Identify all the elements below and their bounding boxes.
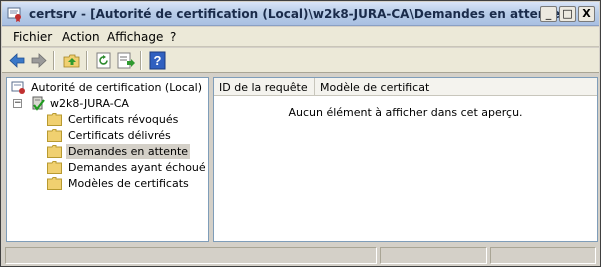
result-pane[interactable]: ID de la requête Modèle de certificat Au… xyxy=(213,77,598,242)
export-list-icon[interactable] xyxy=(116,51,136,70)
tree-item-demandes-en-attente[interactable]: Demandes en attente xyxy=(47,144,207,160)
tree-folder-label: Certificats délivrés xyxy=(68,129,171,142)
svg-text:?: ? xyxy=(154,53,162,68)
window-title: certsrv - [Autorité de certification (Lo… xyxy=(29,7,566,21)
tree-folder-label-selected: Demandes en attente xyxy=(66,144,191,159)
folder-icon xyxy=(47,129,62,142)
tree-item-ca[interactable]: − w2k8-JURA-CA xyxy=(13,96,208,112)
certsrv-app-icon xyxy=(7,7,21,22)
empty-list-message: Aucun élément à afficher dans cet aperçu… xyxy=(288,106,523,119)
menu-action[interactable]: Action xyxy=(62,30,100,44)
help-icon[interactable]: ? xyxy=(148,51,168,70)
toolbar-separator xyxy=(86,51,88,70)
toolbar-separator xyxy=(140,51,142,70)
title-bar[interactable]: certsrv - [Autorité de certification (Lo… xyxy=(2,2,599,26)
menu-affichage[interactable]: Affichage xyxy=(107,30,163,44)
folder-icon xyxy=(47,145,62,158)
up-folder-icon[interactable] xyxy=(62,51,82,70)
column-header-certificate-template[interactable]: Modèle de certificat xyxy=(315,78,597,96)
status-bar xyxy=(2,245,599,266)
tree-root-label: Autorité de certification (Local) xyxy=(31,81,203,94)
menu-help[interactable]: ? xyxy=(170,30,176,44)
column-header-label: Modèle de certificat xyxy=(320,81,430,94)
tree-item-modeles-de-certificats[interactable]: Modèles de certificats xyxy=(47,176,207,192)
status-segment xyxy=(490,247,596,264)
tree-folder-label: Modèles de certificats xyxy=(68,177,189,190)
column-header-request-id[interactable]: ID de la requête xyxy=(214,78,315,96)
back-icon[interactable] xyxy=(7,51,27,70)
status-segment xyxy=(380,247,487,264)
tree-folder-label: Demandes ayant échoué xyxy=(68,161,206,174)
tree-ca-label: w2k8-JURA-CA xyxy=(50,97,129,110)
folder-icon xyxy=(47,113,62,126)
folder-icon xyxy=(47,161,62,174)
close-button[interactable]: X xyxy=(578,6,595,22)
menu-bar: Fichier Action Affichage ? xyxy=(2,27,599,47)
forward-icon[interactable] xyxy=(29,51,49,70)
tree-item-demandes-ayant-echoue[interactable]: Demandes ayant échoué xyxy=(47,160,207,176)
menu-fichier[interactable]: Fichier xyxy=(13,30,52,44)
console-tree[interactable]: Autorité de certification (Local) − w2k8… xyxy=(6,77,209,242)
folder-icon xyxy=(47,177,62,190)
tree-item-certificats-delivres[interactable]: Certificats délivrés xyxy=(47,128,207,144)
status-segment-main xyxy=(5,247,377,264)
ca-server-icon xyxy=(32,96,45,111)
collapse-toggle-icon[interactable]: − xyxy=(13,99,22,108)
mmc-window: certsrv - [Autorité de certification (Lo… xyxy=(0,0,601,267)
column-header-label: ID de la requête xyxy=(219,81,308,94)
refresh-icon[interactable] xyxy=(94,51,114,70)
tree-item-root[interactable]: Autorité de certification (Local) xyxy=(11,80,206,96)
certificate-authority-icon xyxy=(11,81,25,94)
minimize-button[interactable]: _ xyxy=(540,6,557,22)
tree-folder-label: Certificats révoqués xyxy=(68,113,179,126)
tree-item-certificats-revoques[interactable]: Certificats révoqués xyxy=(47,112,207,128)
toolbar-separator xyxy=(53,51,55,70)
maximize-button[interactable]: □ xyxy=(559,6,576,22)
toolbar: ? xyxy=(2,48,599,73)
